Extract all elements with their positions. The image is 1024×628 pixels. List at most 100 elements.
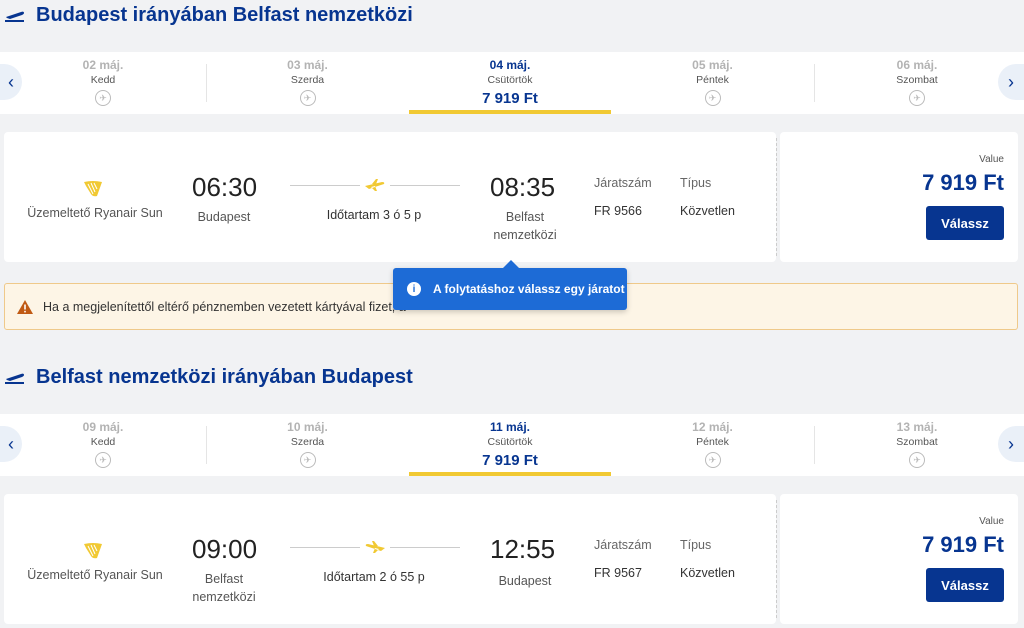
arrival-time: 12:55 xyxy=(490,534,556,564)
flight-type-label: Típus xyxy=(680,538,712,552)
departure-place-line: nemzetközi xyxy=(192,590,256,604)
flight-number-label: Járatszám xyxy=(594,176,652,190)
flight-details: Üzemeltető Ryanair Sun 06:30 Budapest Id… xyxy=(4,132,776,262)
date-price: 7 919 Ft xyxy=(482,452,538,469)
day-label: Csütörtök xyxy=(487,74,533,86)
day-label: Szombat xyxy=(896,436,938,448)
plane-landing-icon xyxy=(365,541,385,553)
route-line xyxy=(390,185,460,186)
card-divider xyxy=(776,500,777,618)
arrival-place: Belfast nemzetközi xyxy=(480,208,570,244)
arrival-place-line: Belfast xyxy=(505,210,545,224)
outbound-date-cell[interactable]: 03 máj. Szerda ✈ xyxy=(206,52,409,114)
warning-icon xyxy=(17,299,33,314)
date-price: 7 919 Ft xyxy=(482,90,538,107)
select-flight-tooltip: i A folytatáshoz válassz egy járatot xyxy=(393,260,627,310)
card-divider xyxy=(776,138,777,256)
no-flight-icon: ✈ xyxy=(909,90,925,106)
day-label: Szombat xyxy=(896,74,938,86)
date-label: 05 máj. xyxy=(692,58,733,72)
date-label: 02 máj. xyxy=(82,58,124,72)
fare-panel: Value 7 919 Ft Válassz xyxy=(780,132,1018,262)
inbound-title: Belfast nemzetközi irányában Budapest xyxy=(36,365,413,388)
outbound-date-cell[interactable]: 02 máj. Kedd ✈ xyxy=(0,52,206,114)
outbound-flight-card[interactable]: Üzemeltető Ryanair Sun 06:30 Budapest Id… xyxy=(4,132,1018,262)
inbound-date-cell[interactable]: 09 máj. Kedd ✈ xyxy=(0,414,206,476)
ryanair-harp-logo xyxy=(84,543,102,559)
date-label: 13 máj. xyxy=(896,420,938,434)
inbound-date-bar: ‹ 09 máj. Kedd ✈ 10 máj. Szerda ✈ 11 máj… xyxy=(0,414,1024,476)
fare-price: 7 919 Ft xyxy=(922,170,1004,195)
flight-number: FR 9566 xyxy=(594,204,642,218)
outbound-date-cell[interactable]: 06 máj. Szombat ✈ xyxy=(814,52,1020,114)
inbound-date-cell[interactable]: 12 máj. Péntek ✈ xyxy=(611,414,814,476)
date-label: 04 máj. xyxy=(489,58,531,72)
day-label: Péntek xyxy=(696,74,729,86)
operator-name: Üzemeltető Ryanair Sun xyxy=(27,568,163,582)
date-label: 09 máj. xyxy=(82,420,124,434)
fare-price: 7 919 Ft xyxy=(922,532,1004,557)
ryanair-harp-logo xyxy=(84,181,102,197)
day-label: Kedd xyxy=(90,436,116,448)
day-label: Kedd xyxy=(90,74,116,86)
tooltip-text: A folytatáshoz válassz egy járatot xyxy=(433,282,625,296)
departure-place: Belfast nemzetközi xyxy=(180,570,268,606)
flight-number: FR 9567 xyxy=(594,566,642,580)
no-flight-icon: ✈ xyxy=(95,452,111,468)
flight-type-label: Típus xyxy=(680,176,712,190)
no-flight-icon: ✈ xyxy=(704,90,721,106)
fare-type-label: Value xyxy=(979,154,1004,165)
chevron-right-icon: › xyxy=(1008,433,1014,454)
notice-text: Ha a megjelenítettől eltérő pénznemben v… xyxy=(43,299,406,314)
flight-number-label: Járatszám xyxy=(594,538,652,552)
flight-type: Közvetlen xyxy=(680,204,735,218)
plane-takeoff-icon xyxy=(4,366,26,388)
route-line xyxy=(390,547,460,548)
outbound-date-bar: ‹ 02 máj. Kedd ✈ 03 máj. Szerda ✈ 04 máj… xyxy=(0,52,1024,114)
outbound-header: Budapest irányában Belfast nemzetközi xyxy=(4,0,413,30)
outbound-title: Budapest irányában Belfast nemzetközi xyxy=(36,3,413,26)
plane-takeoff-icon xyxy=(4,4,26,26)
outbound-date-cell[interactable]: 05 máj. Péntek ✈ xyxy=(611,52,814,114)
departure-time: 06:30 xyxy=(192,172,258,202)
arrival-place-line: nemzetközi xyxy=(493,228,557,242)
date-label: 10 máj. xyxy=(287,420,328,434)
select-flight-button[interactable]: Válassz xyxy=(926,568,1004,602)
no-flight-icon: ✈ xyxy=(95,90,111,106)
info-icon: i xyxy=(407,282,421,296)
plane-icon xyxy=(365,179,385,191)
date-label: 06 máj. xyxy=(896,58,938,72)
departure-place: Budapest xyxy=(197,210,251,224)
fare-panel: Value 7 919 Ft Válassz xyxy=(780,494,1018,624)
no-flight-icon: ✈ xyxy=(704,452,721,468)
operator-name: Üzemeltető Ryanair Sun xyxy=(27,206,163,220)
inbound-flight-card[interactable]: Üzemeltető Ryanair Sun 09:00 Belfast nem… xyxy=(4,494,1018,624)
flight-duration: Időtartam 2 ó 55 p xyxy=(323,570,425,584)
no-flight-icon: ✈ xyxy=(909,452,925,468)
date-label: 03 máj. xyxy=(287,58,328,72)
day-label: Szerda xyxy=(290,436,325,448)
inbound-header: Belfast nemzetközi irányában Budapest xyxy=(4,362,413,392)
fare-type-label: Value xyxy=(979,516,1004,527)
day-label: Péntek xyxy=(696,436,729,448)
date-label: 11 máj. xyxy=(489,420,531,434)
departure-time: 09:00 xyxy=(192,534,258,564)
flight-type: Közvetlen xyxy=(680,566,735,580)
inbound-date-cell[interactable]: 10 máj. Szerda ✈ xyxy=(206,414,409,476)
arrival-place: Budapest xyxy=(498,574,552,588)
arrival-time: 08:35 xyxy=(490,172,556,202)
day-label: Csütörtök xyxy=(487,436,533,448)
departure-place-line: Belfast xyxy=(204,572,244,586)
chevron-right-icon: › xyxy=(1008,71,1014,92)
no-flight-icon: ✈ xyxy=(299,90,316,106)
date-label: 12 máj. xyxy=(692,420,733,434)
inbound-date-cell[interactable]: 13 máj. Szombat ✈ xyxy=(814,414,1020,476)
select-flight-button[interactable]: Válassz xyxy=(926,206,1004,240)
flight-details: Üzemeltető Ryanair Sun 09:00 Belfast nem… xyxy=(4,494,776,624)
no-flight-icon: ✈ xyxy=(299,452,316,468)
inbound-date-cell-selected[interactable]: 11 máj. Csütörtök 7 919 Ft xyxy=(409,414,611,476)
route-line xyxy=(290,547,360,548)
outbound-date-cell-selected[interactable]: 04 máj. Csütörtök 7 919 Ft xyxy=(409,52,611,114)
route-line xyxy=(290,185,360,186)
day-label: Szerda xyxy=(290,74,325,86)
